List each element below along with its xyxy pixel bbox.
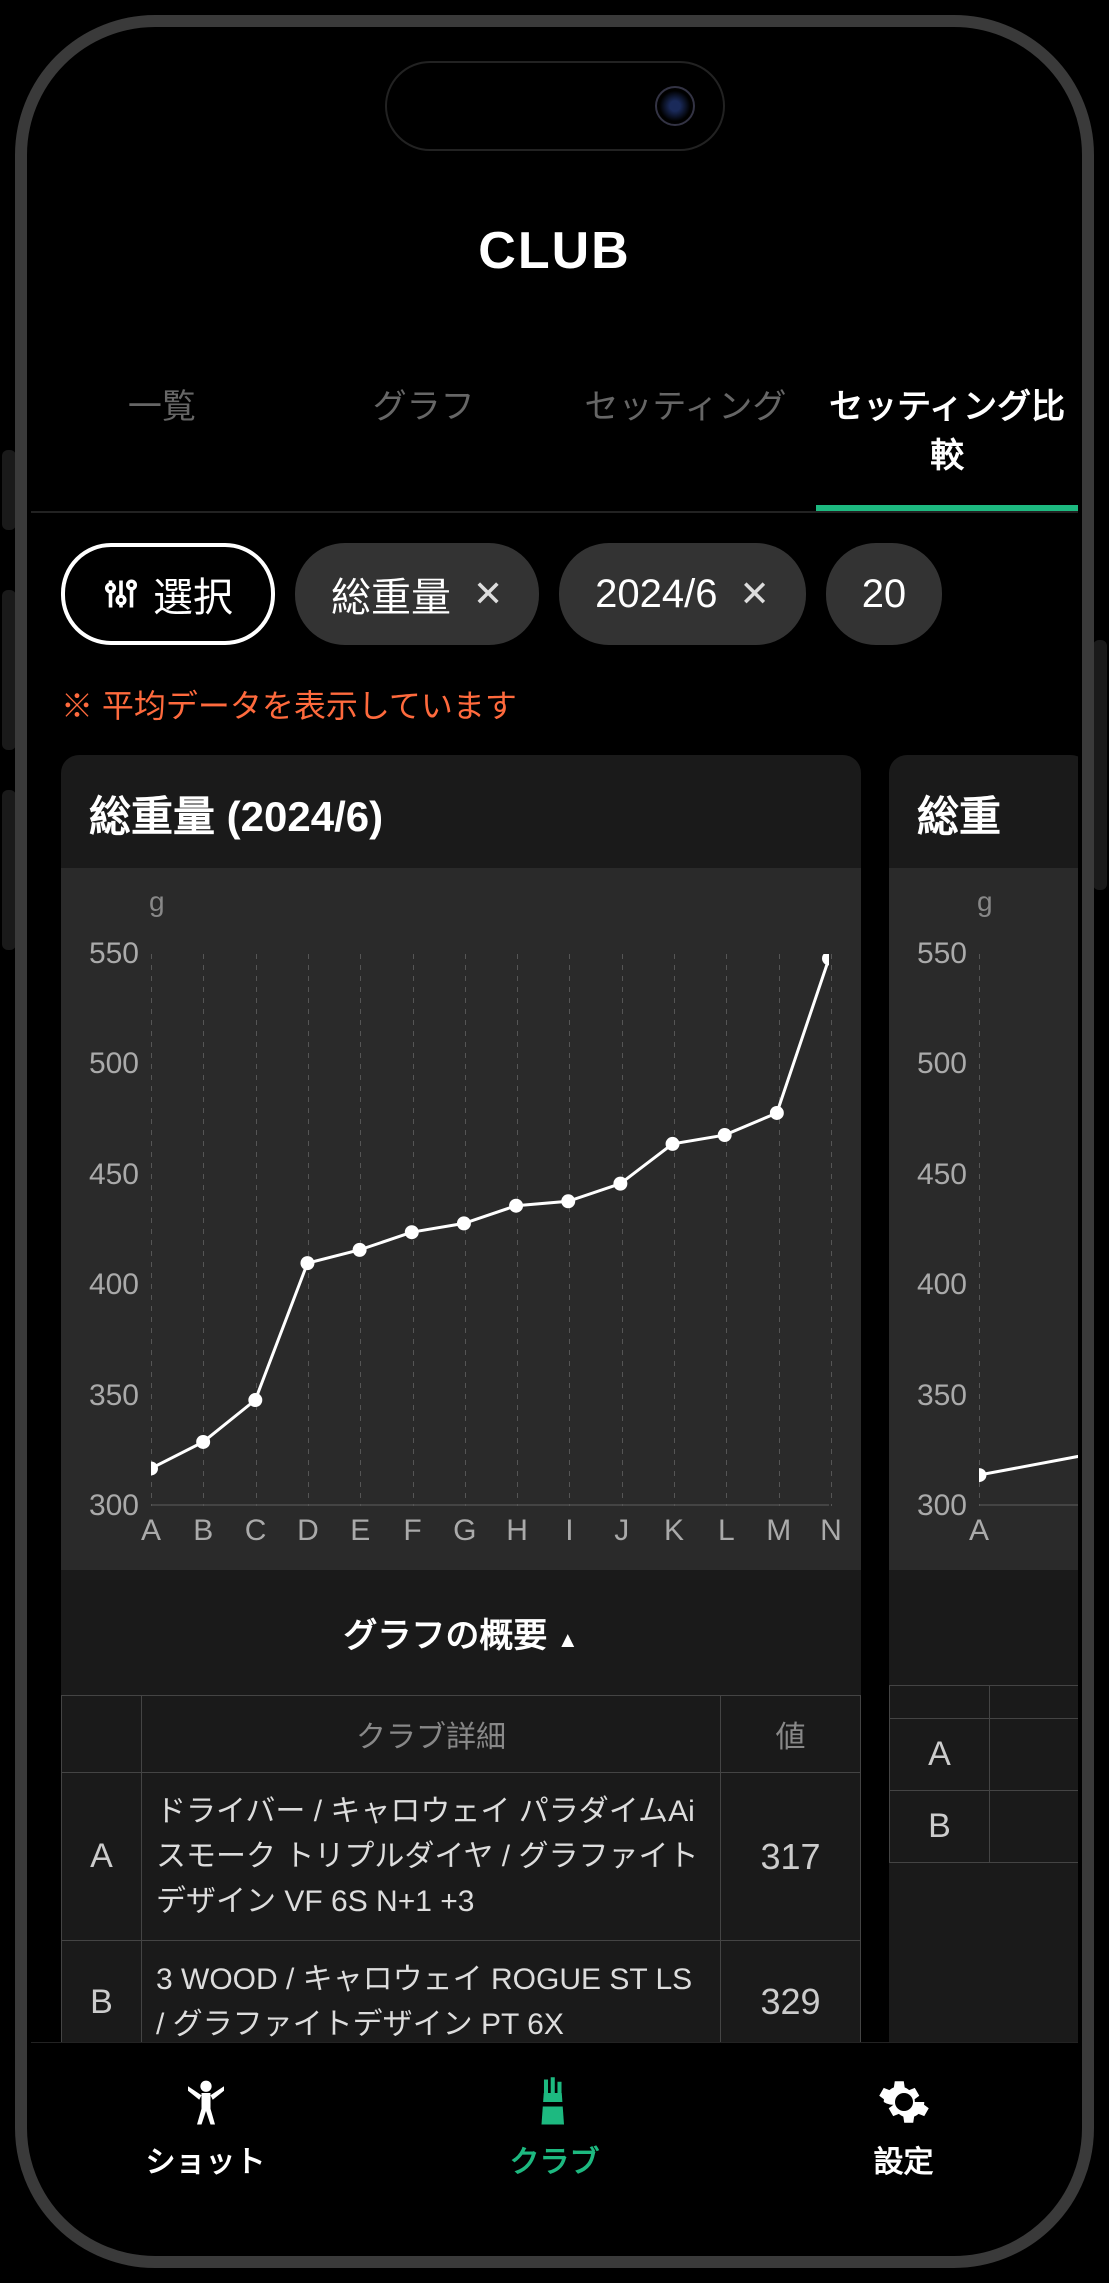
y-tick-label: 550	[61, 937, 139, 971]
tab-setting[interactable]: セッティング	[555, 351, 817, 511]
y-tick-label: 350	[889, 1379, 967, 1413]
y-tick-label: 450	[61, 1158, 139, 1192]
summary-label: グラフの概要	[343, 1617, 547, 1655]
filter-chip-partial[interactable]: 20	[826, 543, 943, 645]
y-tick-label: 500	[61, 1047, 139, 1081]
y-tick-label: 350	[61, 1379, 139, 1413]
tab-graph[interactable]: グラフ	[293, 351, 555, 511]
x-tick-label: G	[453, 1514, 476, 1548]
x-tick-label: I	[565, 1514, 573, 1548]
caret-up-icon: ▲	[557, 1627, 579, 1652]
row-desc: ドライバー / キャロウェイ パラダイムAiスモーク トリプルダイヤ / グラフ…	[142, 1773, 721, 1941]
summary-toggle[interactable]	[889, 1570, 1078, 1685]
nav-label: 設定	[874, 2137, 934, 2181]
nav-shot[interactable]: ショット	[31, 2043, 380, 2212]
close-icon[interactable]: ✕	[473, 573, 503, 615]
data-table: クラブ詳細 値 A ドライバー / キャロウェイ パラダイムAiスモーク トリプ…	[61, 1695, 861, 2064]
x-tick-label: E	[350, 1514, 370, 1548]
x-tick-label: A	[141, 1514, 161, 1548]
filter-chip-weight[interactable]: 総重量 ✕	[295, 543, 539, 645]
chart-card-main: 総重量 (2024/6) g 300350400450500550ABCDEFG…	[61, 755, 861, 2064]
dynamic-island	[385, 61, 725, 151]
x-tick-label: F	[403, 1514, 421, 1548]
close-icon[interactable]: ✕	[740, 573, 770, 615]
y-tick-label: 400	[61, 1268, 139, 1302]
data-table-peek: A B	[889, 1685, 1078, 1863]
x-tick-label: L	[718, 1514, 735, 1548]
x-tick-label: M	[766, 1514, 791, 1548]
y-axis-unit: g	[889, 886, 1075, 918]
y-tick-label: 300	[61, 1489, 139, 1523]
y-tick-label: 300	[889, 1489, 967, 1523]
gear-icon	[877, 2075, 931, 2129]
front-camera-icon	[655, 86, 695, 126]
chart-title-partial: 総重	[889, 783, 1078, 868]
x-tick-label: A	[969, 1514, 989, 1548]
x-tick-label: D	[297, 1514, 319, 1548]
warning-text: ※ 平均データを表示しています	[31, 669, 1078, 755]
table-row: A	[890, 1719, 1079, 1791]
y-axis-unit: g	[61, 886, 847, 918]
chip-label: 総重量	[331, 565, 451, 623]
row-desc	[990, 1719, 1079, 1791]
phone-frame: CLUB 一覧 グラフ セッティング セッティング比較 選択 総重量 ✕ 202…	[15, 15, 1094, 2268]
x-tick-label: K	[664, 1514, 684, 1548]
chart-title: 総重量 (2024/6)	[61, 783, 861, 868]
y-tick-label: 450	[889, 1158, 967, 1192]
y-tick-label: 400	[889, 1268, 967, 1302]
select-label: 選択	[153, 565, 233, 623]
row-letter: A	[890, 1719, 990, 1791]
filter-row: 選択 総重量 ✕ 2024/6 ✕ 20	[31, 513, 1078, 669]
x-tick-label: C	[245, 1514, 267, 1548]
page-title: CLUB	[31, 171, 1078, 351]
nav-settings[interactable]: 設定	[729, 2043, 1078, 2212]
golfer-icon	[179, 2075, 233, 2129]
x-tick-label: N	[820, 1514, 842, 1548]
golf-bag-icon	[528, 2075, 582, 2129]
row-letter: A	[62, 1773, 142, 1941]
th-detail: クラブ詳細	[142, 1696, 721, 1773]
row-desc	[990, 1791, 1079, 1863]
row-value: 317	[721, 1773, 861, 1941]
line-chart: 300 350 400 450 500 550 ABCDEFGH I J KLMN	[61, 918, 847, 1558]
nav-club[interactable]: クラブ	[380, 2043, 729, 2212]
nav-label: ショット	[146, 2137, 266, 2181]
th-blank	[62, 1696, 142, 1773]
app-screen: CLUB 一覧 グラフ セッティング セッティング比較 選択 総重量 ✕ 202…	[31, 31, 1078, 2252]
nav-label: クラブ	[510, 2137, 600, 2181]
select-button[interactable]: 選択	[61, 543, 275, 645]
table-row: A ドライバー / キャロウェイ パラダイムAiスモーク トリプルダイヤ / グ…	[62, 1773, 861, 1941]
filter-chip-date[interactable]: 2024/6 ✕	[559, 543, 806, 645]
y-tick-label: 550	[889, 937, 967, 971]
tab-setting-compare[interactable]: セッティング比較	[816, 351, 1078, 511]
th-blank	[890, 1686, 990, 1719]
chip-label: 2024/6	[595, 572, 717, 617]
th-value: 値	[721, 1696, 861, 1773]
y-tick-label: 500	[889, 1047, 967, 1081]
line-chart-peek: 300 350 400 450 500 550 A	[889, 918, 1075, 1558]
x-tick-label: J	[614, 1514, 629, 1548]
table-row: B	[890, 1791, 1079, 1863]
tab-list[interactable]: 一覧	[31, 351, 293, 511]
x-tick-label: H	[506, 1514, 528, 1548]
chip-label: 20	[862, 572, 907, 617]
summary-toggle[interactable]: グラフの概要 ▲	[61, 1570, 861, 1695]
chart-card-peek: 総重 g 300 350 400 450 500 550 A A B	[889, 755, 1078, 2064]
th-blank	[990, 1686, 1079, 1719]
x-tick-label: B	[193, 1514, 213, 1548]
sliders-icon	[103, 576, 139, 612]
tab-bar: 一覧 グラフ セッティング セッティング比較	[31, 351, 1078, 513]
chart-cards-scroll[interactable]: 総重量 (2024/6) g 300350400450500550ABCDEFG…	[31, 755, 1078, 2064]
bottom-nav: ショット クラブ 設定	[31, 2042, 1078, 2252]
row-letter: B	[890, 1791, 990, 1863]
